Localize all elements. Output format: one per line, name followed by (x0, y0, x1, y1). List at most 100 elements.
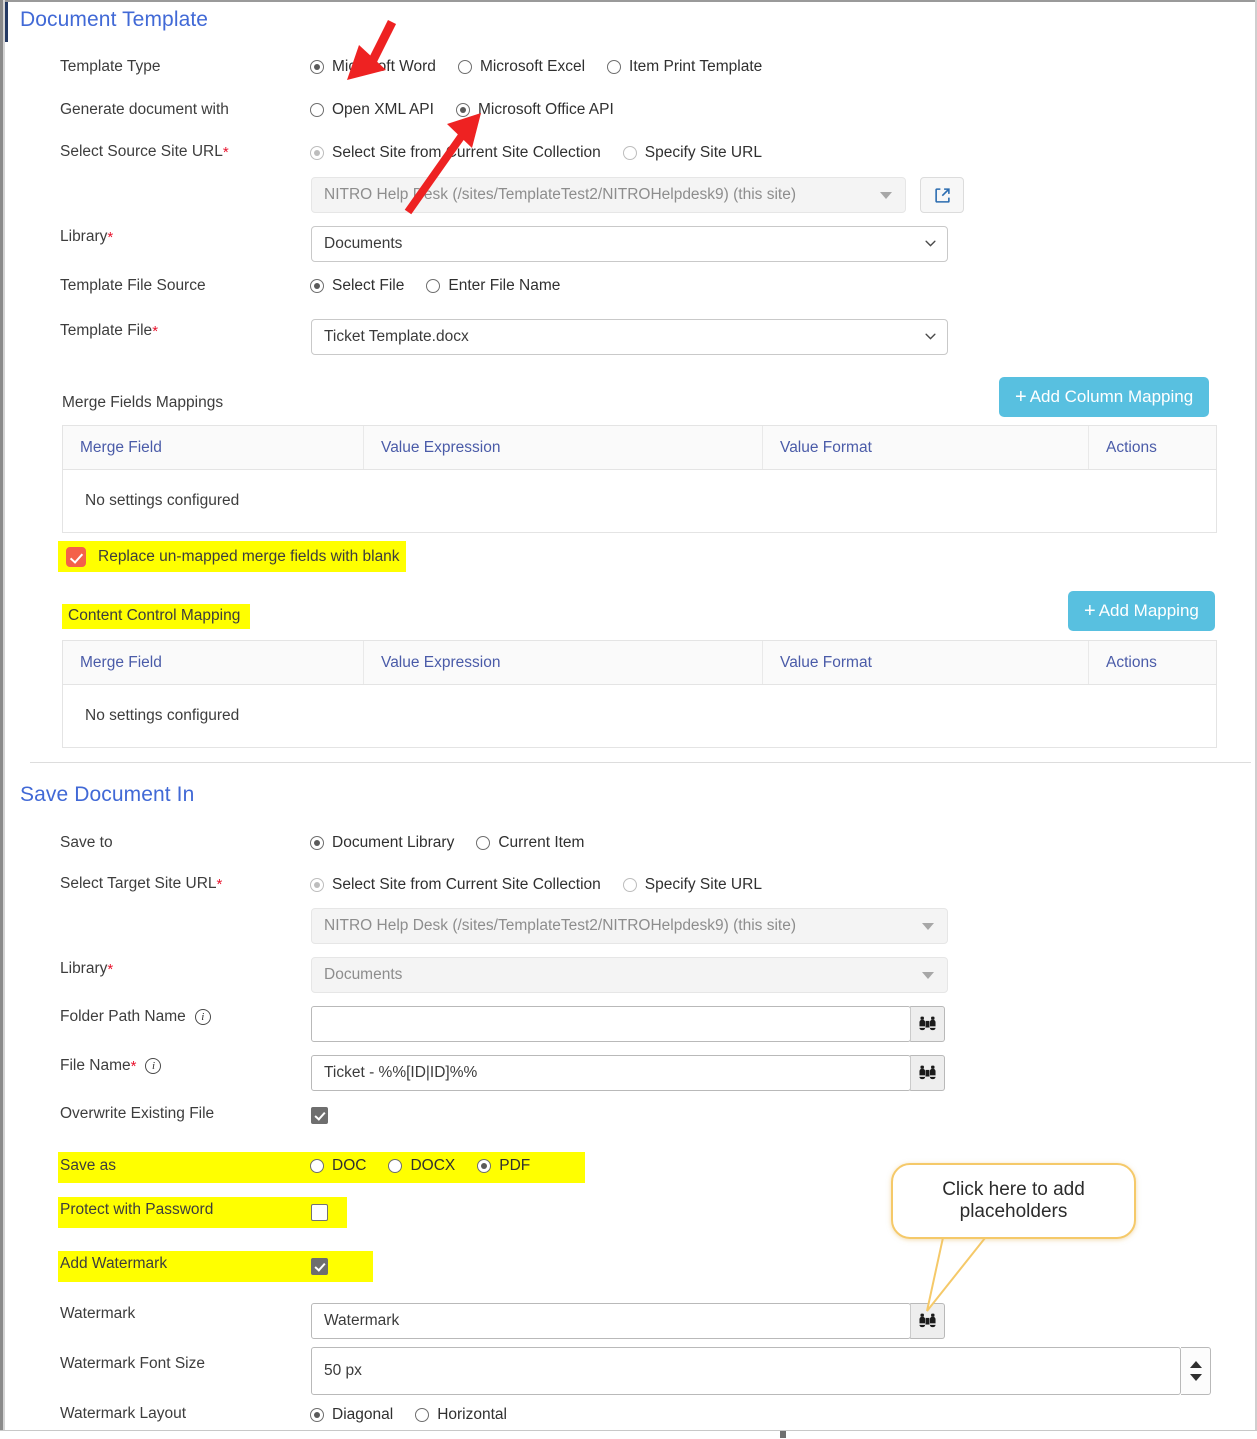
radio-option-microsoft-office-api[interactable]: Microsoft Office API (455, 101, 614, 119)
label-library-target: Library (60, 960, 108, 977)
file-name-value: Ticket - %%[ID|ID]%% (324, 1064, 478, 1081)
watermark-font-size-input[interactable]: 50 px (311, 1347, 1181, 1395)
radio-icon (388, 1159, 403, 1173)
radio-option-select-file[interactable]: Select File (310, 277, 404, 295)
binoculars-icon (919, 1065, 936, 1079)
field-row-overwrite-existing-file: Overwrite Existing File (60, 1105, 214, 1123)
stepper-down-icon[interactable] (1189, 1374, 1202, 1381)
field-row-protect-with-password: Protect with Password (60, 1201, 213, 1219)
scrollbar-thumb[interactable] (780, 1431, 786, 1438)
window-frame-left-inner (3, 0, 5, 1439)
file-name-input[interactable]: Ticket - %%[ID|ID]%% (311, 1055, 911, 1091)
required-asterisk: * (152, 322, 159, 340)
radio-option-diagonal[interactable]: Diagonal (310, 1406, 393, 1424)
column-header-actions: Actions (1106, 653, 1157, 671)
target-site-dropdown[interactable]: NITRO Help Desk (/sites/TemplateTest2/NI… (311, 908, 948, 944)
label-overwrite-existing-file: Overwrite Existing File (60, 1105, 215, 1122)
watermark-placeholder-button[interactable] (910, 1303, 945, 1339)
radio-option-select-site-from-collection-target[interactable]: Select Site from Current Site Collection (310, 876, 601, 894)
field-row-add-watermark: Add Watermark (60, 1255, 167, 1273)
radio-option-horizontal[interactable]: Horizontal (415, 1406, 507, 1424)
empty-state-text: No settings configured (85, 492, 240, 509)
radio-option-current-item[interactable]: Current Item (476, 834, 584, 852)
label-add-watermark: Add Watermark (60, 1255, 168, 1272)
template-file-dropdown[interactable]: Ticket Template.docx (311, 319, 948, 355)
radio-group-template-file-source: Select File Enter File Name (310, 277, 582, 295)
file-name-placeholder-button[interactable] (910, 1055, 945, 1091)
radio-label: Microsoft Word (332, 58, 436, 75)
radio-group-watermark-layout: Diagonal Horizontal (310, 1406, 529, 1424)
column-header-merge-field: Merge Field (63, 426, 364, 469)
required-asterisk: * (222, 143, 229, 161)
radio-option-document-library[interactable]: Document Library (310, 834, 454, 852)
radio-option-open-xml-api[interactable]: Open XML API (310, 101, 434, 119)
required-asterisk: * (107, 960, 114, 978)
radio-option-microsoft-excel[interactable]: Microsoft Excel (457, 58, 585, 76)
radio-icon (310, 146, 324, 160)
stepper-up-icon[interactable] (1189, 1361, 1202, 1368)
source-site-value: NITRO Help Desk (/sites/TemplateTest2/NI… (324, 186, 797, 203)
radio-label: Select File (332, 277, 405, 294)
radio-option-microsoft-word[interactable]: Microsoft Word (310, 58, 436, 76)
merge-fields-table: Merge Field Value Expression Value Forma… (62, 425, 1217, 533)
binoculars-icon (919, 1313, 936, 1327)
radio-option-specify-site-url-source[interactable]: Specify Site URL (622, 144, 762, 162)
label-template-file: Template File (60, 322, 153, 339)
label-protect-with-password: Protect with Password (60, 1201, 214, 1218)
replace-unmapped-row[interactable]: Replace un-mapped merge fields with blan… (58, 541, 406, 572)
field-row-watermark: Watermark (60, 1305, 135, 1323)
horizontal-scrollbar[interactable] (0, 1430, 1257, 1439)
field-row-target-site-url: Select Target Site URL * (60, 875, 222, 893)
label-save-as: Save as (60, 1157, 117, 1174)
label-template-file-source: Template File Source (60, 277, 206, 294)
radio-option-item-print-template[interactable]: Item Print Template (607, 58, 762, 76)
radio-option-doc[interactable]: DOC (310, 1157, 366, 1175)
add-mapping-button[interactable]: + Add Mapping (1068, 591, 1215, 631)
field-row-source-site-url: Select Source Site URL * (60, 143, 229, 161)
radio-option-pdf[interactable]: PDF (477, 1157, 530, 1175)
radio-option-select-site-from-collection-source[interactable]: Select Site from Current Site Collection (310, 144, 601, 162)
empty-state-text: No settings configured (85, 707, 240, 724)
radio-label: Enter File Name (448, 277, 561, 294)
chevron-down-icon (922, 972, 934, 979)
field-row-save-as: Save as (60, 1157, 116, 1175)
field-row-save-to: Save to (60, 834, 113, 852)
radio-option-specify-site-url-target[interactable]: Specify Site URL (622, 876, 762, 894)
field-row-watermark-font-size: Watermark Font Size (60, 1355, 205, 1373)
source-site-dropdown[interactable]: NITRO Help Desk (/sites/TemplateTest2/NI… (311, 177, 906, 213)
radio-option-docx[interactable]: DOCX (388, 1157, 455, 1175)
chevron-down-icon (922, 923, 934, 930)
required-asterisk: * (216, 875, 223, 893)
field-row-library-target: Library * (60, 960, 113, 978)
library-source-dropdown[interactable]: Documents (311, 226, 948, 262)
folder-path-name-input[interactable] (311, 1006, 911, 1042)
chevron-down-icon (880, 192, 892, 199)
info-icon[interactable]: i (145, 1058, 162, 1074)
library-target-dropdown[interactable]: Documents (311, 957, 948, 993)
radio-icon (476, 836, 491, 850)
replace-unmapped-checkbox[interactable] (66, 546, 86, 567)
label-save-to: Save to (60, 834, 113, 851)
field-row-file-name: File Name * i (60, 1057, 162, 1075)
add-watermark-checkbox[interactable] (311, 1258, 328, 1275)
protect-with-password-checkbox[interactable] (311, 1204, 328, 1221)
info-icon[interactable]: i (194, 1009, 211, 1025)
radio-icon (607, 60, 622, 74)
overwrite-existing-file-checkbox[interactable] (311, 1107, 328, 1124)
watermark-input[interactable]: Watermark (311, 1303, 911, 1339)
library-source-value: Documents (324, 235, 403, 252)
folder-path-placeholder-button[interactable] (910, 1006, 945, 1042)
radio-option-enter-file-name[interactable]: Enter File Name (426, 277, 560, 295)
column-header-merge-field: Merge Field (63, 641, 364, 684)
required-asterisk: * (130, 1057, 137, 1075)
radio-icon (415, 1408, 430, 1422)
radio-label: Select Site from Current Site Collection (332, 144, 601, 161)
open-site-external-link-button[interactable] (920, 177, 964, 213)
field-row-watermark-layout: Watermark Layout (60, 1405, 186, 1423)
source-site-selector-row: NITRO Help Desk (/sites/TemplateTest2/NI… (311, 177, 964, 213)
add-column-mapping-button[interactable]: + Add Column Mapping (999, 377, 1210, 417)
label-select-source-site-url: Select Source Site URL (60, 143, 223, 160)
table-header-row: Merge Field Value Expression Value Forma… (63, 426, 1216, 470)
label-library-source: Library (60, 228, 108, 245)
watermark-font-size-stepper[interactable] (1181, 1347, 1211, 1395)
